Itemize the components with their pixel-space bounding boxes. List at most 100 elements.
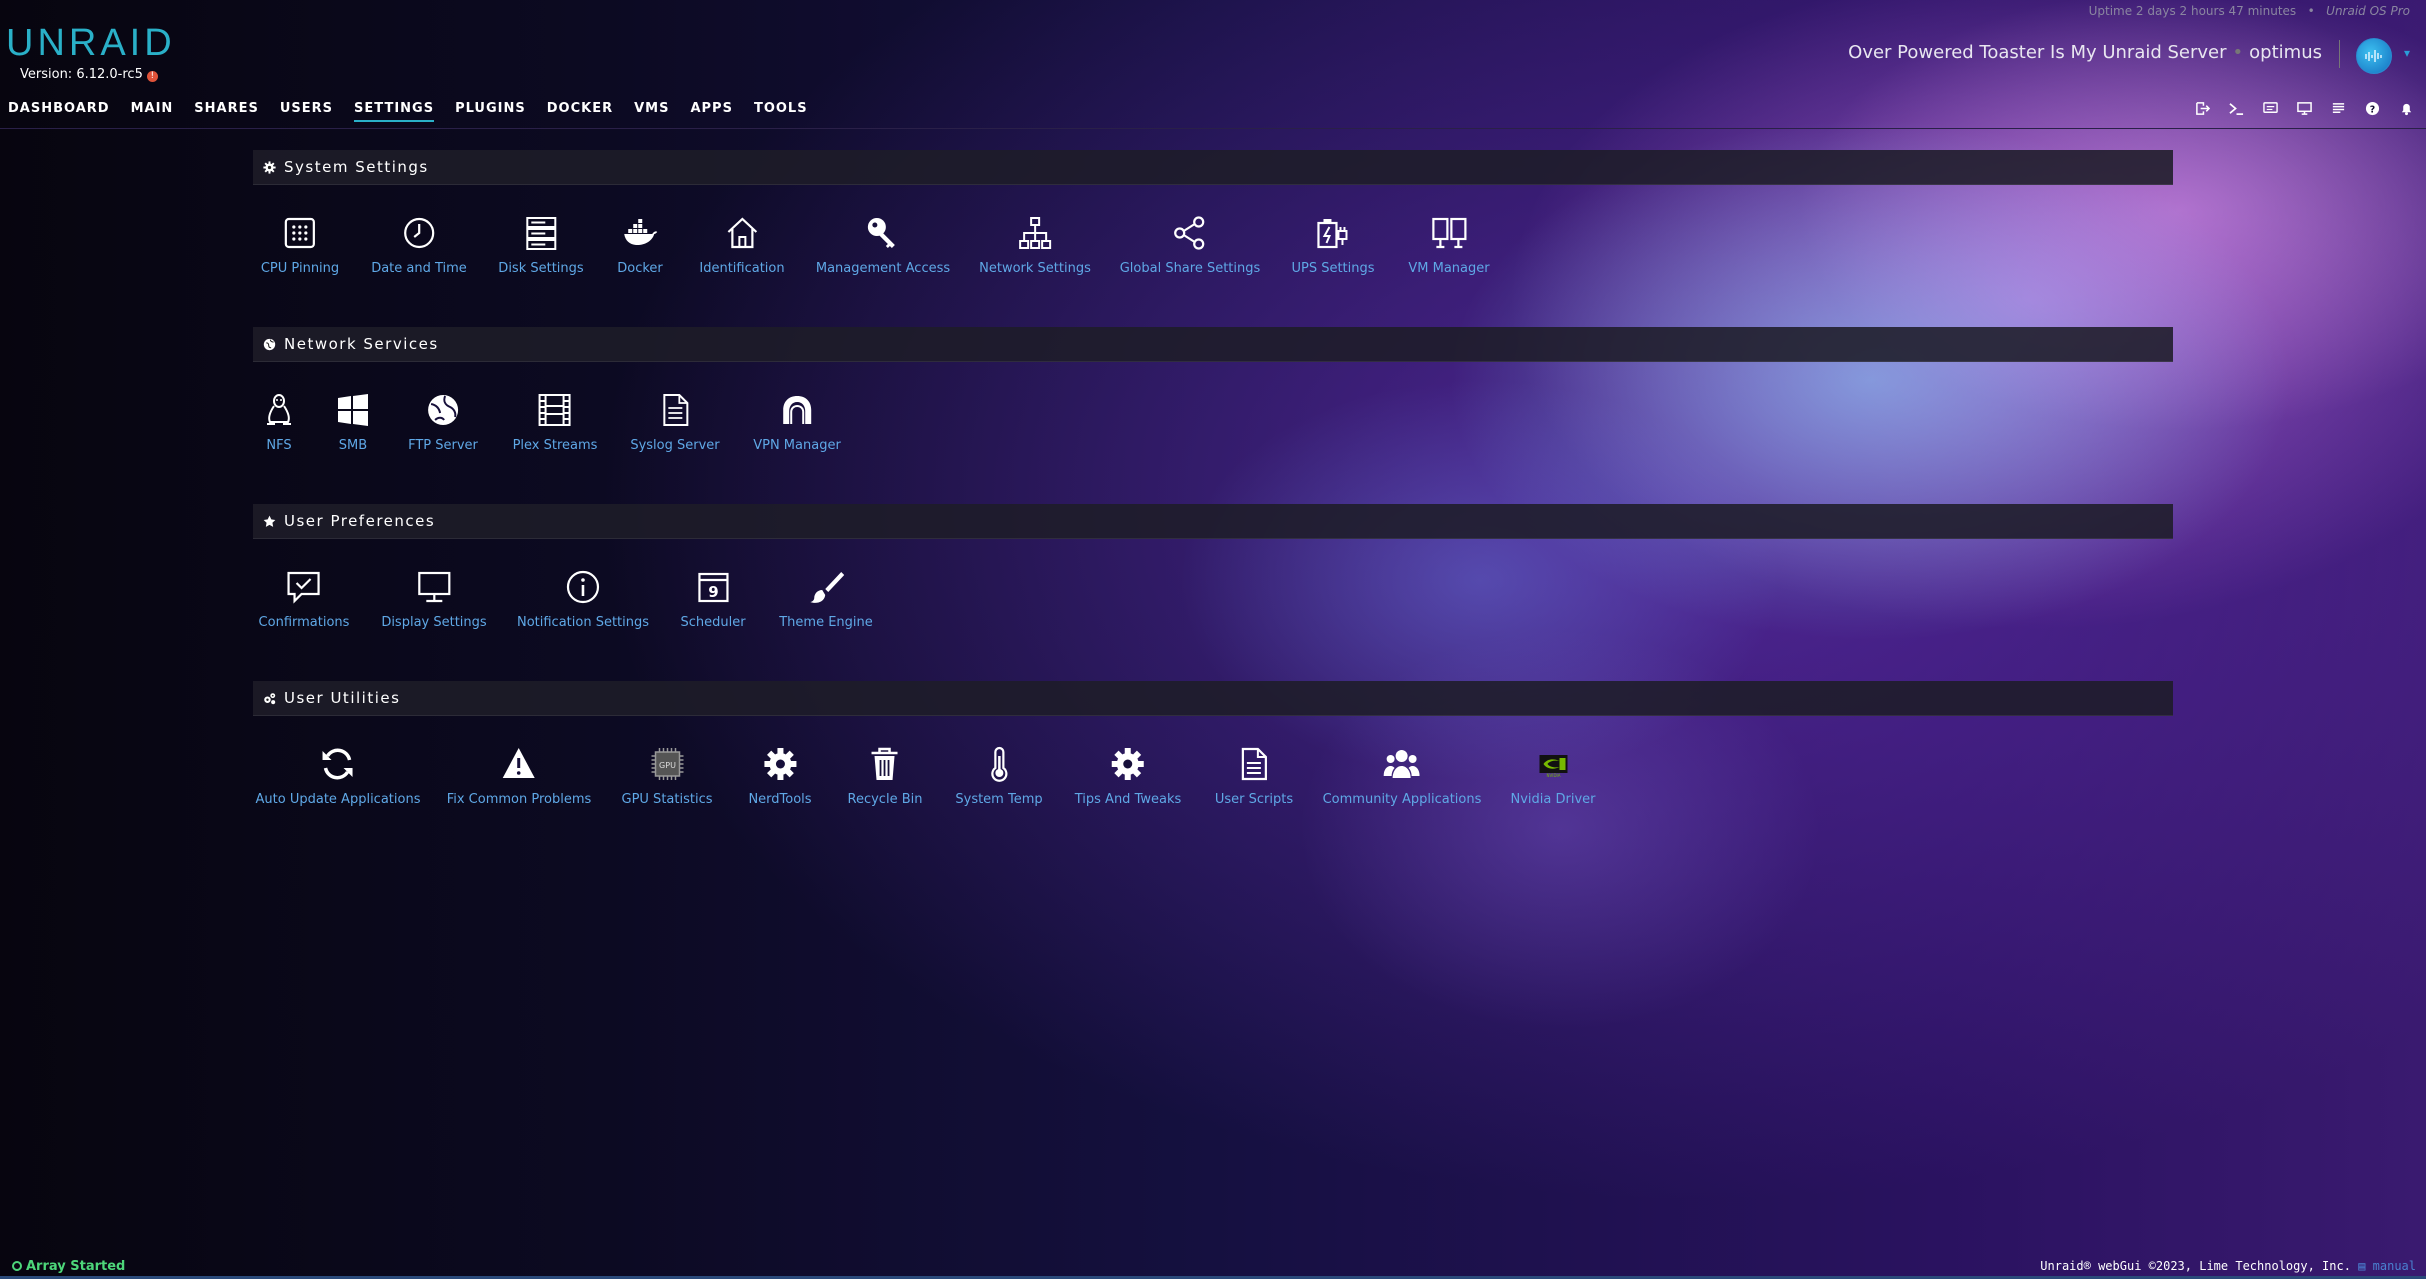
cpu-pinning-icon [284,217,316,249]
tile-label: Community Applications [1322,792,1482,807]
tile-disk-settings[interactable]: Disk Settings [498,215,584,276]
tile-confirmations[interactable]: Confirmations [259,569,349,630]
globe-icon [427,395,458,425]
section-user-utilities: User Utilities Auto Update Applications … [253,681,2173,856]
help-icon[interactable]: ? [2365,101,2380,116]
tile-scheduler[interactable]: 9 Scheduler [680,569,746,630]
tile-recycle-bin[interactable]: Recycle Bin [848,746,922,807]
tile-label: Network Settings [979,261,1091,276]
terminal-icon[interactable] [2229,101,2244,116]
gear-icon [764,748,796,780]
tile-label: VM Manager [1408,261,1490,276]
nav-vms[interactable]: VMS [634,101,669,122]
tile-auto-update-applications[interactable]: Auto Update Applications [256,746,420,807]
info-circle-icon [566,570,600,604]
nav-dashboard[interactable]: DASHBOARD [8,101,110,122]
tile-vpn-manager[interactable]: VPN Manager [753,392,841,453]
tile-ups-settings[interactable]: UPS Settings [1291,215,1375,276]
chevron-down-icon[interactable]: ▾ [2404,46,2410,60]
tile-cpu-pinning[interactable]: CPU Pinning [261,215,339,276]
share-icon [1174,216,1205,250]
tile-syslog-server[interactable]: Syslog Server [630,392,720,453]
tile-label: SMB [338,438,368,453]
tile-nfs[interactable]: NFS [261,392,297,453]
nav-plugins[interactable]: PLUGINS [455,101,526,122]
nav-docker[interactable]: DOCKER [547,101,613,122]
section-title: User Utilities [284,689,401,707]
bell-icon[interactable] [2399,101,2414,116]
nav-main[interactable]: MAIN [131,101,174,122]
tile-tips-and-tweaks[interactable]: Tips And Tweaks [1075,746,1181,807]
tile-gpu-statistics[interactable]: GPU GPU Statistics [622,746,713,807]
clock-icon [403,217,435,249]
tile-system-temp[interactable]: System Temp [955,746,1043,807]
main-nav: DASHBOARD MAIN SHARES USERS SETTINGS PLU… [8,101,829,122]
document-icon [663,394,688,426]
tile-label: System Temp [955,792,1043,807]
tile-label: Disk Settings [498,261,584,276]
svg-text:GPU: GPU [659,761,676,770]
tile-management-access[interactable]: Management Access [816,215,950,276]
tile-label: Display Settings [381,615,487,630]
tile-docker[interactable]: Docker [617,215,663,276]
tile-nerdtools[interactable]: NerdTools [748,746,812,807]
tile-vm-manager[interactable]: VM Manager [1408,215,1490,276]
tile-global-share-settings[interactable]: Global Share Settings [1119,215,1261,276]
nav-settings[interactable]: SETTINGS [354,101,435,122]
user-avatar[interactable] [2356,38,2392,74]
home-icon [727,217,757,249]
tile-plex-streams[interactable]: Plex Streams [513,392,597,453]
unraid-connect-icon [2365,50,2382,62]
vm-screens-icon [1431,217,1467,249]
logout-icon[interactable] [2195,101,2210,116]
tile-label: User Scripts [1214,792,1294,807]
feedback-icon[interactable] [2263,101,2278,116]
log-icon[interactable] [2331,101,2346,116]
network-tree-icon [1018,217,1051,249]
film-icon [538,394,571,426]
star-icon [263,515,276,527]
copyright-text: Unraid® webGui ©2023, Lime Technology, I… [2040,1259,2351,1273]
disk-stack-icon [525,217,556,250]
svg-text:9: 9 [708,583,718,601]
tile-nvidia-driver[interactable]: NVIDIA Nvidia Driver [1511,746,1596,807]
nav-tools[interactable]: TOOLS [754,101,808,122]
nav-apps[interactable]: APPS [690,101,732,122]
info-icon[interactable]: ! [146,71,158,82]
array-status[interactable]: Array Started [12,1259,125,1274]
section-header: User Utilities [253,681,2173,716]
monitor-icon [417,571,451,603]
section-user-preferences: User Preferences Confirmations Display S… [253,504,2173,679]
linux-tux-icon [267,394,291,425]
tile-date-and-time[interactable]: Date and Time [371,215,467,276]
tile-label: Global Share Settings [1119,261,1261,276]
tile-display-settings[interactable]: Display Settings [381,569,487,630]
monitor-icon[interactable] [2297,101,2312,116]
tile-ftp-server[interactable]: FTP Server [408,392,478,453]
tile-notification-settings[interactable]: Notification Settings [517,569,649,630]
nav-users[interactable]: USERS [280,101,333,122]
windows-icon [338,394,368,426]
header-divider [2339,40,2340,68]
tile-fix-common-problems[interactable]: Fix Common Problems [447,746,591,807]
tile-community-applications[interactable]: Community Applications [1322,746,1482,807]
tile-theme-engine[interactable]: Theme Engine [779,569,873,630]
uptime-text: Uptime 2 days 2 hours 47 minutes [2088,4,2297,18]
tile-smb[interactable]: SMB [335,392,371,453]
tile-label: UPS Settings [1291,261,1375,276]
manual-link[interactable]: ▤ manual [2358,1259,2416,1273]
array-status-text: Array Started [26,1259,126,1274]
tile-label: VPN Manager [753,438,841,453]
tile-user-scripts[interactable]: User Scripts [1215,746,1293,807]
tile-label: Theme Engine [779,615,873,630]
nav-shares[interactable]: SHARES [194,101,259,122]
tile-label: NerdTools [748,792,812,807]
tile-network-settings[interactable]: Network Settings [979,215,1091,276]
version-label[interactable]: Version: 6.12.0-rc5! [20,67,158,82]
unraid-logo[interactable]: UNRAID [6,22,176,65]
docker-icon [624,219,657,245]
server-title: Over Powered Toaster Is My Unraid Server… [1848,42,2322,63]
section-title: System Settings [284,158,429,176]
tile-identification[interactable]: Identification [699,215,785,276]
section-title: Network Services [284,335,439,353]
